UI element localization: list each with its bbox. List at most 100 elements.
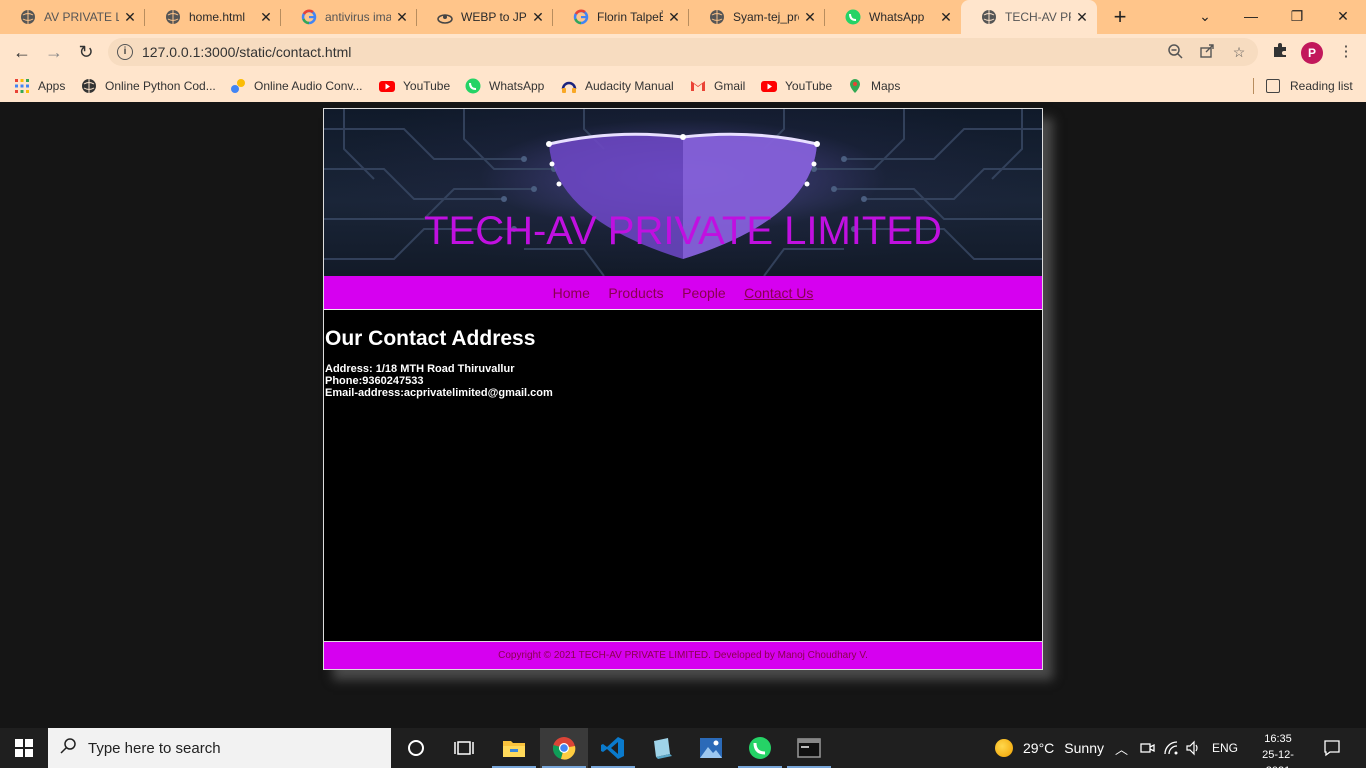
globe-icon (20, 9, 36, 25)
whatsapp-icon (465, 78, 481, 94)
address-bar[interactable]: i 127.0.0.1:3000/static/contact.html ☆ (108, 38, 1258, 66)
bookmark-label: Maps (871, 79, 901, 93)
close-icon[interactable]: ✕ (935, 9, 957, 26)
browser-tab[interactable]: antivirus imag ✕ (281, 0, 417, 34)
globe-icon (981, 9, 997, 25)
page-viewport: TECH-AV PRIVATE LIMITED Home Products Pe… (0, 102, 1366, 728)
new-tab-button[interactable]: + (1108, 4, 1132, 30)
tab-title: Florin TalpeÈ™ (597, 10, 663, 24)
whatsapp-icon[interactable] (736, 728, 784, 768)
close-icon[interactable]: ✕ (527, 9, 549, 26)
close-icon[interactable]: ✕ (1071, 9, 1093, 26)
windows-start-icon[interactable] (0, 728, 48, 768)
photos-icon[interactable] (687, 728, 735, 768)
bookmarks-separator (1253, 78, 1254, 94)
bookmark-item[interactable]: Apps (14, 76, 65, 96)
terminal-icon[interactable] (785, 728, 833, 768)
chrome-icon[interactable] (540, 728, 588, 768)
tab-title: Syam-tej_proj (733, 10, 799, 24)
share-icon[interactable] (1198, 43, 1216, 61)
bookmark-item[interactable]: WhatsApp (465, 76, 544, 96)
youtube-icon (761, 78, 777, 94)
volume-icon[interactable] (1185, 728, 1201, 768)
youtube-icon (379, 78, 395, 94)
menu-kebab-icon[interactable]: ⋮ (1336, 42, 1356, 62)
extensions-puzzle-icon[interactable] (1270, 42, 1290, 62)
audio-converter-icon (230, 78, 246, 94)
minimize-icon[interactable]: — (1228, 0, 1274, 32)
forward-arrow-icon[interactable]: → (40, 38, 68, 66)
browser-tab[interactable]: WEBP to JPG ✕ (417, 0, 553, 34)
url-text[interactable]: 127.0.0.1:3000/static/contact.html (142, 44, 351, 60)
tab-title: TECH-AV PRIV (1005, 10, 1071, 24)
site-nav: Home Products People Contact Us (324, 276, 1042, 310)
language-indicator[interactable]: ENG (1212, 728, 1238, 768)
close-icon[interactable]: ✕ (799, 9, 821, 26)
notifications-icon[interactable] (1323, 728, 1341, 768)
reading-list-button[interactable]: Reading list (1266, 76, 1353, 96)
tab-search-icon[interactable]: ⌄ (1182, 0, 1228, 32)
meet-now-icon[interactable] (1139, 728, 1155, 768)
wifi-icon[interactable] (1163, 728, 1179, 768)
browser-tab[interactable]: Florin TalpeÈ™ ✕ (553, 0, 689, 34)
bookmark-item[interactable]: YouTube (761, 76, 832, 96)
nav-contact-link[interactable]: Contact Us (744, 276, 813, 310)
nav-products-link[interactable]: Products (608, 276, 663, 310)
bookmark-label: WhatsApp (489, 79, 545, 93)
bookmark-label: Gmail (714, 79, 746, 93)
close-icon[interactable]: ✕ (255, 9, 277, 26)
bookmark-item[interactable]: YouTube (379, 76, 450, 96)
maps-icon (847, 78, 863, 94)
reading-list-icon (1266, 79, 1280, 93)
bookmark-item[interactable]: Gmail (690, 76, 745, 96)
close-icon[interactable]: ✕ (391, 9, 413, 26)
bookmark-item[interactable]: Maps (847, 76, 900, 96)
header-banner: TECH-AV PRIVATE LIMITED (324, 109, 1042, 276)
vscode-icon[interactable] (589, 728, 637, 768)
nav-home-link[interactable]: Home (553, 276, 590, 310)
reload-icon[interactable]: ↻ (72, 38, 100, 66)
back-arrow-icon[interactable]: ← (8, 38, 36, 66)
site-title: TECH-AV PRIVATE LIMITED (424, 209, 942, 253)
browser-tab-active[interactable]: TECH-AV PRIV ✕ (961, 0, 1097, 34)
site-footer: Copyright © 2021 TECH-AV PRIVATE LIMITED… (324, 642, 1042, 669)
browser-tab[interactable]: AV PRIVATE L ✕ (0, 0, 145, 34)
audacity-icon (561, 78, 577, 94)
main-content: Our Contact Address Address: 1/18 MTH Ro… (324, 310, 1042, 642)
browser-toolbar: ← → ↻ i 127.0.0.1:3000/static/contact.ht… (0, 34, 1366, 70)
nav-people-link[interactable]: People (682, 276, 726, 310)
file-explorer-icon[interactable] (490, 728, 538, 768)
bookmark-label: Online Audio Conv... (254, 79, 363, 93)
task-view-icon[interactable] (440, 728, 488, 768)
close-icon[interactable]: ✕ (119, 9, 141, 26)
bookmark-item[interactable]: Online Audio Conv... (230, 76, 363, 96)
close-icon[interactable]: ✕ (663, 9, 685, 26)
restore-icon[interactable]: ❐ (1274, 0, 1320, 32)
contact-email: Email-address:acprivatelimited@gmail.com (325, 387, 553, 399)
weather-widget[interactable]: 29°C Sunny (995, 728, 1104, 768)
globe-icon (81, 78, 97, 94)
browser-tab[interactable]: home.html ✕ (145, 0, 281, 34)
taskbar-search[interactable]: Type here to search (48, 728, 391, 768)
search-icon (48, 737, 88, 759)
cortana-icon[interactable] (392, 728, 440, 768)
cloud-icon (437, 9, 453, 25)
chevron-up-icon[interactable]: ︿ (1115, 728, 1128, 768)
google-icon (301, 9, 317, 25)
clock-date: 25-12-2021 (1262, 749, 1294, 768)
bookmark-item[interactable]: Online Python Cod... (81, 76, 216, 96)
site-info-icon[interactable]: i (117, 44, 133, 60)
bookmark-label: Audacity Manual (585, 79, 674, 93)
zoom-icon[interactable] (1166, 43, 1184, 61)
bookmark-label: YouTube (403, 79, 451, 93)
system-clock[interactable]: 16:35 25-12-2021 (1252, 731, 1304, 768)
profile-avatar[interactable]: P (1301, 42, 1323, 64)
browser-tab[interactable]: Syam-tej_proj ✕ (689, 0, 825, 34)
globe-icon (165, 9, 181, 25)
notepad-app-icon[interactable] (638, 728, 686, 768)
bookmark-label: YouTube (785, 79, 833, 93)
bookmark-item[interactable]: Audacity Manual (561, 76, 674, 96)
bookmark-star-icon[interactable]: ☆ (1230, 43, 1248, 61)
close-window-icon[interactable]: ✕ (1320, 0, 1366, 32)
browser-tab[interactable]: WhatsApp ✕ (825, 0, 961, 34)
